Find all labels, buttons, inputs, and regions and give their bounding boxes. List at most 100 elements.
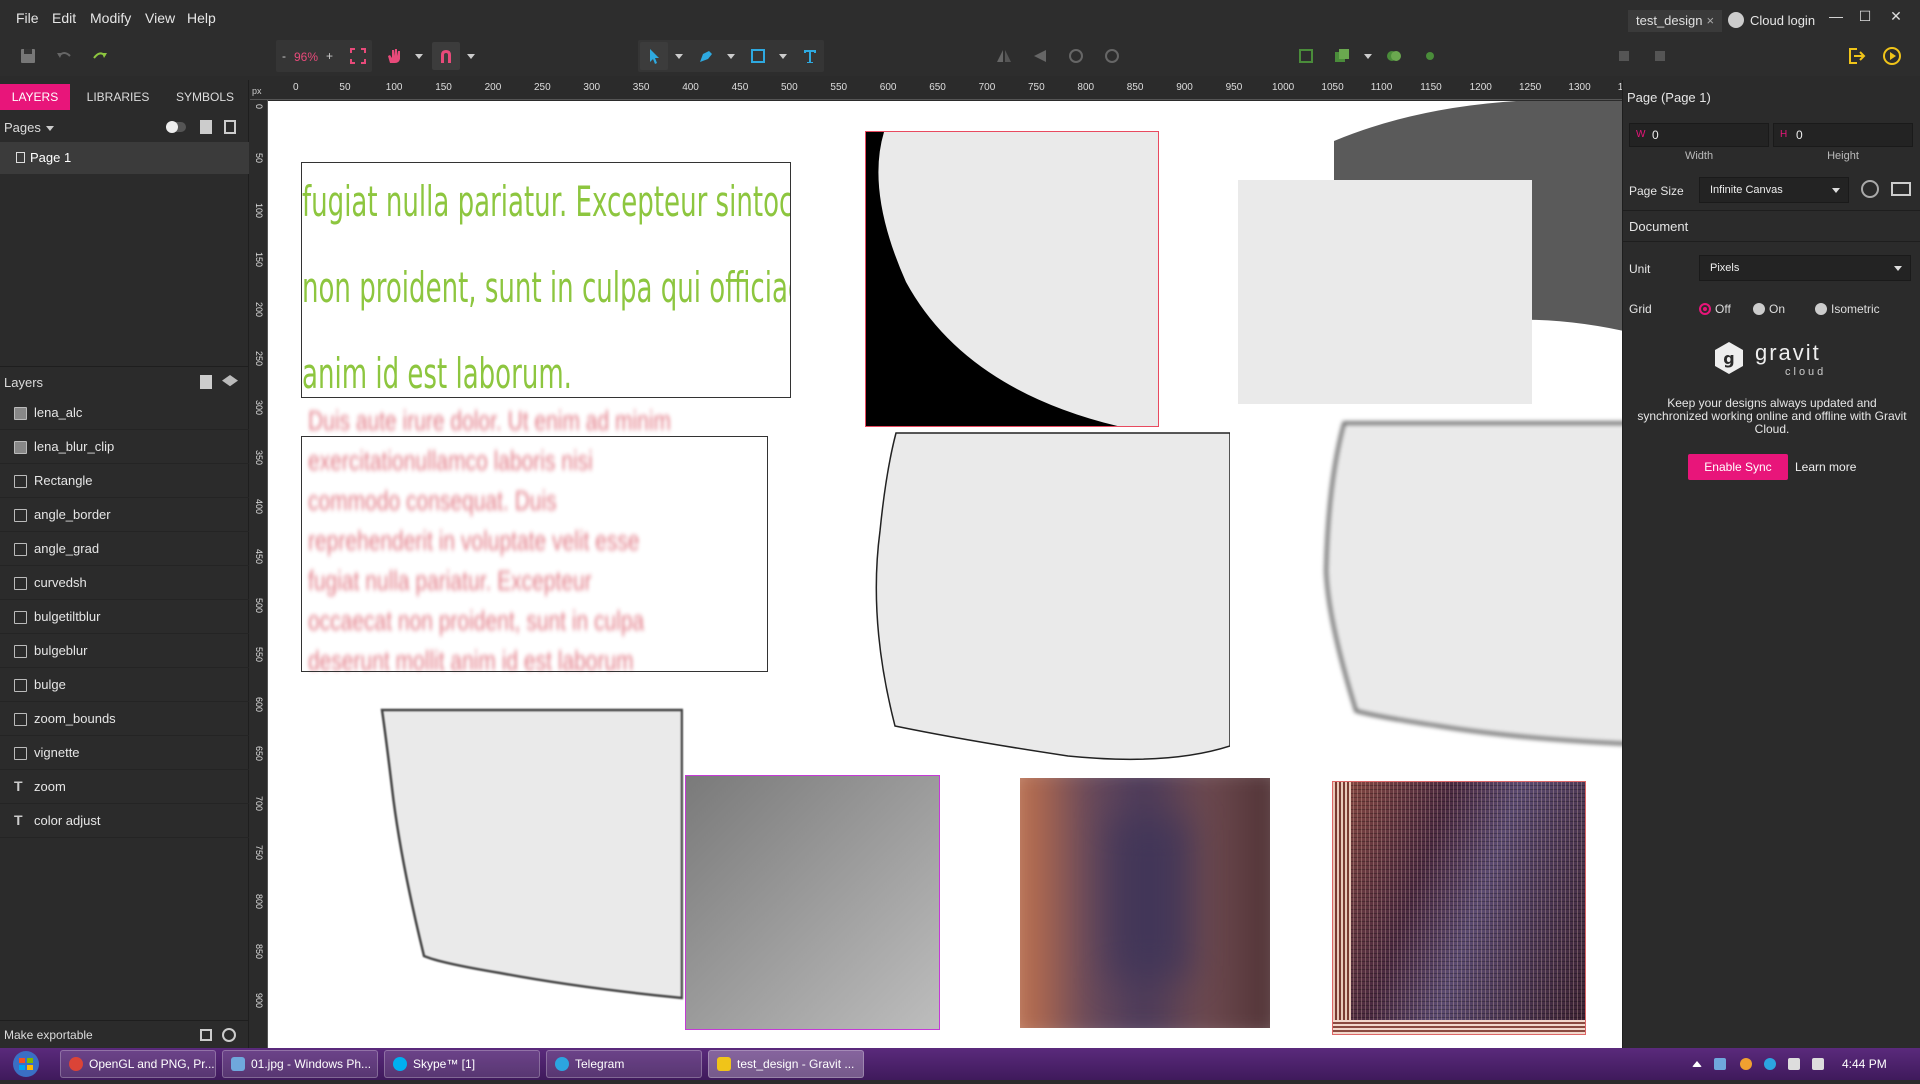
menu-edit[interactable]: Edit <box>52 10 76 26</box>
rectangle-tool-icon[interactable] <box>744 42 772 70</box>
layer-item[interactable]: angle_border <box>0 498 249 532</box>
telegram-tray-icon[interactable] <box>1764 1058 1776 1070</box>
pen-tool-icon[interactable] <box>692 42 720 70</box>
angle-border-shape[interactable] <box>685 775 940 1030</box>
rotate-right-icon[interactable] <box>1098 42 1126 70</box>
zoom-in-button[interactable]: + <box>326 49 333 63</box>
delete-page-icon[interactable] <box>200 120 212 134</box>
preview-play-icon[interactable] <box>1878 42 1906 70</box>
text-frame-green[interactable]: fugiat nulla pariatur. Excepteur sintocc… <box>301 162 791 398</box>
tab-libraries[interactable]: LIBRARIES <box>82 84 154 110</box>
fit-page-icon[interactable] <box>1891 182 1911 196</box>
snap-magnet-icon[interactable] <box>432 42 460 70</box>
layer-item[interactable]: zoom_bounds <box>0 702 249 736</box>
taskbar-item-photo-viewer[interactable]: 01.jpg - Windows Ph... <box>222 1050 378 1078</box>
page-list-item[interactable]: Page 1 <box>0 142 249 174</box>
start-button[interactable] <box>4 1049 48 1079</box>
layer-item[interactable]: angle_grad <box>0 532 249 566</box>
unit-select[interactable]: Pixels <box>1699 255 1911 281</box>
pages-dropdown[interactable]: Pages <box>4 120 41 135</box>
bulge-shape[interactable] <box>868 431 1231 771</box>
pointer-tool-icon[interactable] <box>640 42 668 70</box>
pen-dropdown-icon[interactable] <box>727 54 735 59</box>
height-field[interactable]: H0 <box>1773 123 1913 147</box>
layer-item[interactable]: Rectangle <box>0 464 249 498</box>
layer-item[interactable]: bulge <box>0 668 249 702</box>
learn-more-link[interactable]: Learn more <box>1795 460 1856 474</box>
layer-item[interactable]: Tzoom <box>0 770 249 804</box>
pointer-dropdown-icon[interactable] <box>675 54 683 59</box>
cloud-login-button[interactable]: Cloud login <box>1728 12 1815 28</box>
warning-tray-icon[interactable] <box>1740 1058 1752 1070</box>
arrange-icon[interactable] <box>1328 42 1356 70</box>
horizontal-ruler[interactable]: 0 50 100 150 200 250 300 350 400 450 500 550 600 650 7… <box>250 80 1640 100</box>
share-icon[interactable] <box>1646 42 1674 70</box>
width-field[interactable]: W0 <box>1629 123 1769 147</box>
taskbar-item-gravit[interactable]: test_design - Gravit ... <box>708 1050 864 1078</box>
tab-layers[interactable]: LAYERS <box>0 84 70 110</box>
zoom-value[interactable]: 96% <box>294 50 318 64</box>
maximize-button[interactable]: ☐ <box>1853 8 1877 25</box>
redo-icon[interactable] <box>86 42 114 70</box>
enable-sync-button[interactable]: Enable Sync <box>1688 454 1788 480</box>
taskbar-item-skype[interactable]: Skype™ [1] <box>384 1050 540 1078</box>
zoom-bounds-frame[interactable] <box>301 436 768 672</box>
grid-on-radio[interactable]: On <box>1753 302 1785 316</box>
volume-tray-icon[interactable] <box>1812 1058 1824 1070</box>
add-page-icon[interactable] <box>224 120 236 134</box>
orientation-icon[interactable] <box>1861 180 1879 198</box>
layer-item[interactable]: lena_blur_clip <box>0 430 249 464</box>
layer-item[interactable]: lena_alc <box>0 396 249 430</box>
export-settings-icon[interactable] <box>200 1029 212 1041</box>
close-tab-icon[interactable]: × <box>1707 13 1715 28</box>
menu-file[interactable]: File <box>16 10 39 26</box>
layer-item[interactable]: bulgetiltblur <box>0 600 249 634</box>
close-window-button[interactable]: ✕ <box>1884 8 1908 25</box>
hand-tool-icon[interactable] <box>380 42 408 70</box>
lena-alc-image[interactable] <box>1332 781 1586 1035</box>
layer-item[interactable]: vignette <box>0 736 249 770</box>
vertical-ruler[interactable]: 0 50 100 150 200 250 300 350 400 450 500 550 600 650 7… <box>250 100 268 1048</box>
fit-screen-icon[interactable] <box>344 42 372 70</box>
zoom-out-button[interactable]: - <box>282 49 286 63</box>
delete-layer-icon[interactable] <box>200 375 212 389</box>
minimize-button[interactable]: — <box>1824 8 1848 24</box>
export-artboard-icon[interactable] <box>1610 42 1638 70</box>
steam-tray-icon[interactable] <box>1714 1058 1726 1070</box>
pages-caret-icon[interactable] <box>46 126 54 131</box>
document-tab[interactable]: test_design × <box>1628 10 1723 32</box>
lena-blur-clip-image[interactable] <box>1020 778 1270 1028</box>
bulgetiltblur-shape[interactable] <box>380 708 684 1008</box>
vignette-shape[interactable] <box>865 131 1159 427</box>
export-icon[interactable] <box>1842 42 1870 70</box>
rotate-left-icon[interactable] <box>1062 42 1090 70</box>
design-canvas[interactable]: fugiat nulla pariatur. Excepteur sintocc… <box>268 101 1622 1048</box>
save-icon[interactable] <box>14 42 42 70</box>
menu-view[interactable]: View <box>145 10 175 26</box>
tab-symbols[interactable]: SYMBOLS <box>170 84 240 110</box>
boolean-ops-icon[interactable] <box>1380 42 1408 70</box>
bulgeblur-shape[interactable] <box>1318 421 1622 761</box>
page-size-select[interactable]: Infinite Canvas <box>1699 177 1849 203</box>
taskbar-item-chrome[interactable]: OpenGL and PNG, Pr... <box>60 1050 216 1078</box>
rectangle-shape[interactable] <box>1238 180 1532 404</box>
shape-dropdown-icon[interactable] <box>779 54 787 59</box>
make-exportable-label[interactable]: Make exportable <box>4 1028 93 1042</box>
hand-tool-dropdown-icon[interactable] <box>415 54 423 59</box>
grid-off-radio[interactable]: Off <box>1699 302 1731 316</box>
group-icon[interactable] <box>1292 42 1320 70</box>
network-tray-icon[interactable] <box>1788 1058 1800 1070</box>
layer-item[interactable]: curvedsh <box>0 566 249 600</box>
snap-dropdown-icon[interactable] <box>467 54 475 59</box>
add-layer-icon[interactable] <box>222 375 238 387</box>
layer-item[interactable]: Tcolor adjust <box>0 804 249 838</box>
menu-help[interactable]: Help <box>187 10 216 26</box>
flip-vertical-icon[interactable] <box>1026 42 1054 70</box>
arrange-dropdown-icon[interactable] <box>1364 54 1372 59</box>
layer-item[interactable]: bulgeblur <box>0 634 249 668</box>
undo-icon[interactable] <box>50 42 78 70</box>
taskbar-item-telegram[interactable]: Telegram <box>546 1050 702 1078</box>
menu-modify[interactable]: Modify <box>90 10 131 26</box>
text-tool-icon[interactable] <box>796 42 824 70</box>
add-export-icon[interactable] <box>222 1028 236 1042</box>
